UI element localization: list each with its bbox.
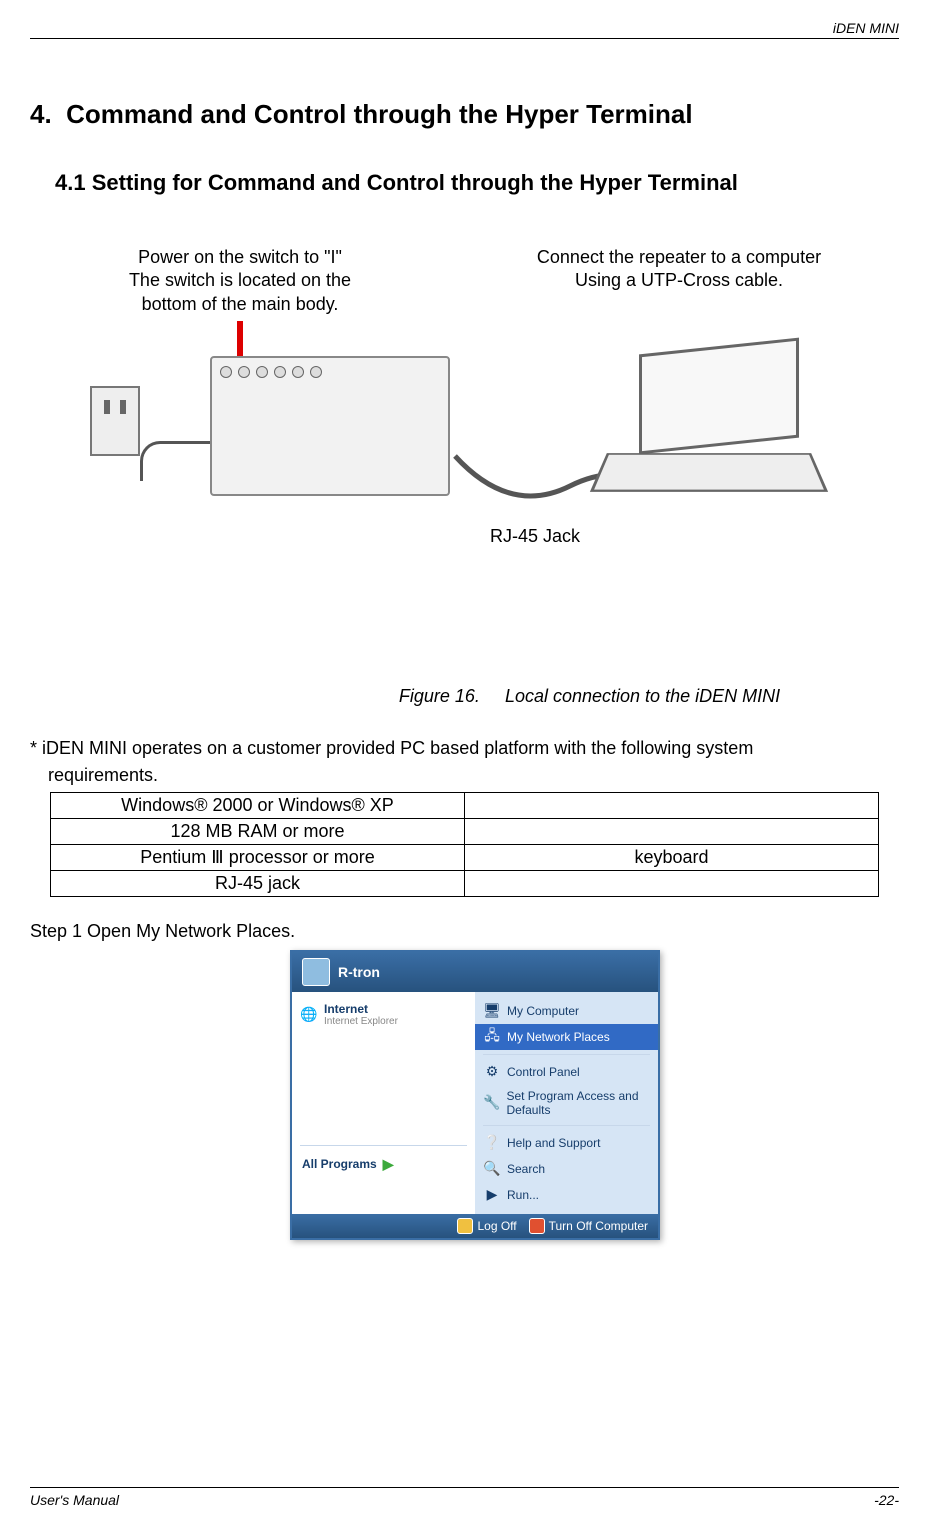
subsection-heading: 4.1 Setting for Command and Control thro…	[55, 170, 899, 196]
page-header: iDEN MINI	[30, 20, 899, 39]
table-row: Windows® 2000 or Windows® XP	[51, 792, 879, 818]
start-menu-item-help[interactable]: ❔ Help and Support	[475, 1130, 658, 1156]
table-row: 128 MB RAM or more	[51, 818, 879, 844]
requirements-note-line1: * iDEN MINI operates on a customer provi…	[30, 737, 899, 760]
start-menu-all-programs[interactable]: All Programs ▶	[292, 1150, 475, 1179]
requirements-table: Windows® 2000 or Windows® XP 128 MB RAM …	[50, 792, 879, 897]
user-name: R-tron	[338, 964, 380, 980]
section-number: 4.	[30, 99, 52, 130]
repeater-device-icon	[210, 356, 450, 496]
computer-icon: 🖥	[483, 1002, 501, 1020]
table-row: Pentium Ⅲ processor or more keyboard	[51, 844, 879, 870]
section-title: Command and Control through the Hyper Te…	[66, 99, 692, 129]
figure-caption: Figure 16. Local connection to the iDEN …	[280, 686, 899, 707]
step-1-text: Step 1 Open My Network Places.	[30, 921, 899, 942]
subsection-title: Setting for Command and Control through …	[92, 170, 738, 195]
start-menu-item-my-computer[interactable]: 🖥 My Computer	[475, 998, 658, 1024]
subsection-number: 4.1	[55, 170, 86, 195]
ie-icon: 🌐	[300, 1005, 318, 1023]
page-footer: User's Manual -22-	[30, 1487, 899, 1508]
requirements-note-line2: requirements.	[30, 764, 899, 787]
figure-caption-left: Power on the switch to "I" The switch is…	[90, 246, 390, 316]
section-heading: 4. Command and Control through the Hyper…	[30, 99, 899, 130]
start-menu-item-program-access[interactable]: 🔧 Set Program Access and Defaults	[475, 1085, 658, 1121]
search-icon: 🔍	[483, 1160, 501, 1178]
start-menu-body: 🌐 Internet Internet Explorer All Program…	[292, 992, 658, 1214]
start-menu-left-panel: 🌐 Internet Internet Explorer All Program…	[292, 992, 475, 1214]
figure-caption-right: Connect the repeater to a computer Using…	[499, 246, 859, 293]
doc-title: iDEN MINI	[833, 20, 899, 36]
start-menu-item-run[interactable]: ▶ Run...	[475, 1182, 658, 1208]
footer-left: User's Manual	[30, 1492, 119, 1508]
user-avatar-icon	[302, 958, 330, 986]
start-menu-header: R-tron	[292, 952, 658, 992]
turn-off-button[interactable]: Turn Off Computer	[529, 1218, 648, 1234]
logoff-icon	[457, 1218, 473, 1234]
program-access-icon: 🔧	[483, 1094, 500, 1112]
turnoff-icon	[529, 1218, 545, 1234]
start-menu-item-my-network-places[interactable]: 🖧 My Network Places	[475, 1024, 658, 1050]
log-off-button[interactable]: Log Off	[457, 1218, 516, 1234]
power-cable-icon	[140, 441, 220, 481]
start-menu-item-control-panel[interactable]: ⚙ Control Panel	[475, 1059, 658, 1085]
start-menu-footer: Log Off Turn Off Computer	[292, 1214, 658, 1238]
help-icon: ❔	[483, 1134, 501, 1152]
run-icon: ▶	[483, 1186, 501, 1204]
network-icon: 🖧	[483, 1028, 501, 1046]
figure-diagram: Power on the switch to "I" The switch is…	[30, 246, 899, 646]
jack-label: RJ-45 Jack	[490, 526, 580, 547]
start-menu-screenshot: R-tron 🌐 Internet Internet Explorer All …	[290, 950, 660, 1240]
power-outlet-icon	[90, 386, 140, 456]
control-panel-icon: ⚙	[483, 1063, 501, 1081]
footer-page-number: -22-	[874, 1492, 899, 1508]
laptop-icon	[599, 346, 839, 526]
start-menu-item-internet[interactable]: 🌐 Internet Internet Explorer	[292, 998, 475, 1031]
start-menu-item-search[interactable]: 🔍 Search	[475, 1156, 658, 1182]
start-menu-right-panel: 🖥 My Computer 🖧 My Network Places ⚙ Cont…	[475, 992, 658, 1214]
triangle-right-icon: ▶	[383, 1156, 394, 1173]
table-row: RJ-45 jack	[51, 870, 879, 896]
